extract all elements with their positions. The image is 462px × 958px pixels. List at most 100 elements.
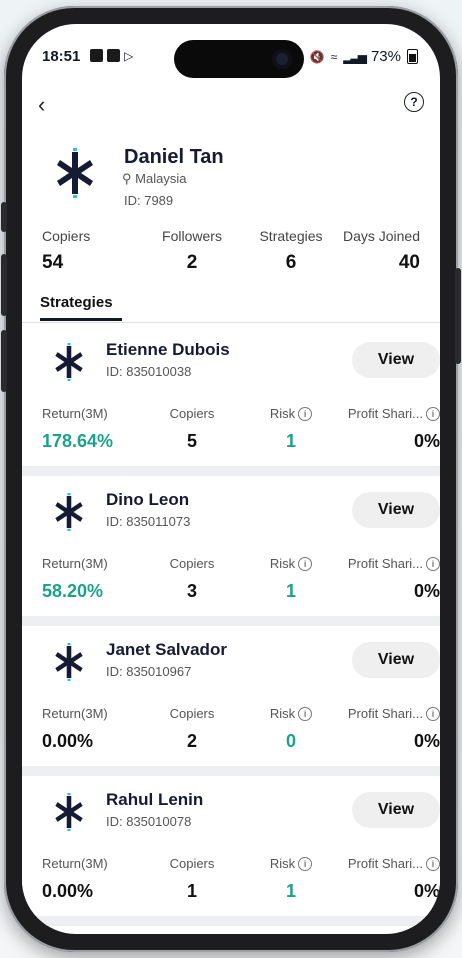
stat-label: Copiers	[42, 228, 91, 244]
stat-value: 2	[186, 252, 198, 273]
mute-icon: 🔇	[309, 49, 325, 64]
metric-value: 0%	[413, 731, 440, 751]
metric-label: Risk i	[262, 706, 320, 721]
metric-label: Return(3M)	[42, 856, 108, 871]
metric-value: 1	[186, 881, 197, 901]
metric-label-text: Profit Shari...	[347, 556, 423, 571]
metric-label-text: Risk	[269, 406, 296, 421]
metric-value: 2	[186, 731, 197, 751]
metric-value: 1	[285, 431, 296, 451]
profile-location: ⚲ Malaysia	[122, 171, 186, 187]
tab-strategies[interactable]: Strategies	[40, 294, 113, 311]
strategy-logo-icon	[55, 343, 83, 381]
stat-label: Followers	[162, 228, 222, 244]
metric-label: Profit Shari... i	[340, 556, 440, 571]
stat-value: 54	[42, 252, 64, 273]
card-separator	[22, 616, 440, 626]
metric-value: 1	[285, 881, 296, 901]
info-icon[interactable]: i	[426, 856, 440, 871]
info-icon[interactable]: i	[298, 406, 313, 421]
metric-copiers: Copiers 1	[162, 856, 222, 902]
metric-label: Risk i	[262, 406, 320, 421]
metric-label: Profit Shari... i	[340, 706, 440, 721]
info-icon[interactable]: i	[426, 406, 440, 421]
tab-bar: Strategies	[22, 294, 440, 323]
strategy-logo-icon	[55, 793, 83, 831]
app-screen: 18:51 ▷ 🔇 ≈ ▂▃▅ 73% ‹ ? Daniel Tan ⚲ Mal…	[22, 24, 440, 934]
play-notification-icon: ▷	[124, 49, 134, 63]
metric-label: Return(3M)	[42, 706, 108, 721]
stat-followers: Followers 2	[160, 228, 224, 274]
strategy-id: ID: 835010038	[106, 364, 192, 379]
question-circle-icon[interactable]: ?	[404, 92, 424, 112]
info-icon[interactable]: i	[298, 856, 313, 871]
profile-logo-icon	[57, 148, 93, 198]
metric-label-text: Profit Shari...	[347, 406, 423, 421]
info-icon[interactable]: i	[298, 556, 313, 571]
view-button[interactable]: View	[352, 342, 440, 378]
pin-icon: ⚲	[122, 171, 132, 186]
strategy-card: Etienne Dubois ID: 835010038 View Return…	[22, 326, 440, 466]
metric-risk: Risk i 1	[262, 856, 320, 902]
gallery-notification-icon	[90, 49, 103, 62]
metric-risk: Risk i 1	[262, 556, 320, 602]
strategy-name: Dino Leon	[106, 490, 190, 509]
info-icon[interactable]: i	[298, 706, 313, 721]
stat-strategies: Strategies 6	[258, 228, 324, 274]
metric-label: Risk i	[262, 556, 320, 571]
phone-frame: 18:51 ▷ 🔇 ≈ ▂▃▅ 73% ‹ ? Daniel Tan ⚲ Mal…	[1, 6, 461, 952]
strategy-name: Etienne Dubois	[106, 340, 230, 359]
stat-label: Strategies	[259, 228, 323, 244]
strategy-name: Rahul Lenin	[106, 790, 204, 809]
view-button[interactable]: View	[352, 642, 440, 678]
metric-label-text: Risk	[269, 706, 296, 721]
metric-label: Copiers	[169, 556, 215, 571]
strategy-id: ID: 835010078	[106, 814, 192, 829]
battery-icon	[407, 49, 418, 64]
notification-icons: ▷	[90, 49, 133, 63]
metric-label: Return(3M)	[42, 406, 108, 421]
metric-label: Profit Shari... i	[340, 406, 440, 421]
card-separator	[22, 766, 440, 776]
profile-id: ID: 7989	[124, 193, 174, 208]
metric-label-text: Risk	[269, 856, 296, 871]
card-separator	[22, 466, 440, 476]
view-button[interactable]: View	[352, 492, 440, 528]
metric-label-text: Risk	[269, 556, 296, 571]
strategy-card: Rahul Lenin ID: 835010078 View Return(3M…	[22, 776, 440, 916]
stat-label: Days Joined	[342, 228, 420, 244]
profile-name: Daniel Tan	[124, 146, 224, 168]
volume-up-button	[1, 254, 7, 316]
view-button[interactable]: View	[352, 792, 440, 828]
metric-return: Return(3M) 58.20%	[42, 556, 108, 602]
power-button	[455, 268, 461, 364]
metric-label-text: Profit Shari...	[347, 856, 423, 871]
metric-label: Risk i	[262, 856, 320, 871]
metric-label: Copiers	[169, 706, 215, 721]
signal-icon: ▂▃▅	[343, 49, 367, 64]
metric-label-text: Profit Shari...	[347, 706, 423, 721]
chevron-left-icon[interactable]: ‹	[38, 92, 45, 118]
info-icon[interactable]: i	[426, 706, 440, 721]
metric-return: Return(3M) 0.00%	[42, 706, 108, 752]
battery-level: 73%	[370, 48, 401, 65]
location-text: Malaysia	[135, 171, 187, 186]
top-navigation: ‹ ?	[22, 90, 440, 120]
metric-value: 58.20%	[42, 581, 104, 601]
metric-value: 0.00%	[42, 731, 94, 751]
strategy-name: Janet Salvador	[106, 640, 227, 659]
metric-risk: Risk i 0	[262, 706, 320, 752]
stat-days-joined: Days Joined 40	[343, 228, 420, 274]
mute-switch	[1, 202, 7, 232]
strategy-logo-icon	[55, 493, 83, 531]
strategy-card: Dino Leon ID: 835011073 View Return(3M) …	[22, 476, 440, 616]
metric-risk: Risk i 1	[262, 406, 320, 452]
strategy-id: ID: 835011073	[106, 514, 191, 529]
tab-indicator	[40, 318, 122, 321]
info-icon[interactable]: i	[426, 556, 440, 571]
metric-label: Copiers	[169, 406, 215, 421]
metric-value: 0	[285, 731, 296, 751]
status-right: 🔇 ≈ ▂▃▅ 73%	[310, 48, 418, 65]
metric-value: 0%	[413, 581, 440, 601]
metric-label: Copiers	[169, 856, 215, 871]
